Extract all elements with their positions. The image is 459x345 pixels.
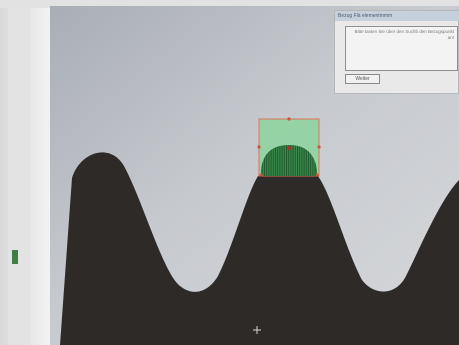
selection-handle-top[interactable] (287, 117, 291, 121)
selection-handle-right[interactable] (317, 145, 321, 149)
reference-dialog: Bezug Flä elementmmm Bitte tasten Sie üb… (334, 10, 459, 94)
selection-handle-bottom-right[interactable] (315, 173, 319, 177)
selection-handle-bottom-left[interactable] (259, 173, 263, 177)
monitor-bezel-edge (8, 0, 30, 345)
selection-handle-center[interactable] (287, 146, 291, 150)
selection-handle-left[interactable] (257, 145, 261, 149)
dialog-title: Bezug Flä elementmmm (335, 11, 459, 21)
desk-object (12, 250, 18, 264)
dialog-message: Bitte tasten Sie über den Suchb den Bezu… (345, 26, 458, 71)
next-button[interactable]: Weiter (345, 74, 380, 84)
photo-of-monitor: Bezug Flä elementmmm Bitte tasten Sie üb… (0, 0, 459, 345)
